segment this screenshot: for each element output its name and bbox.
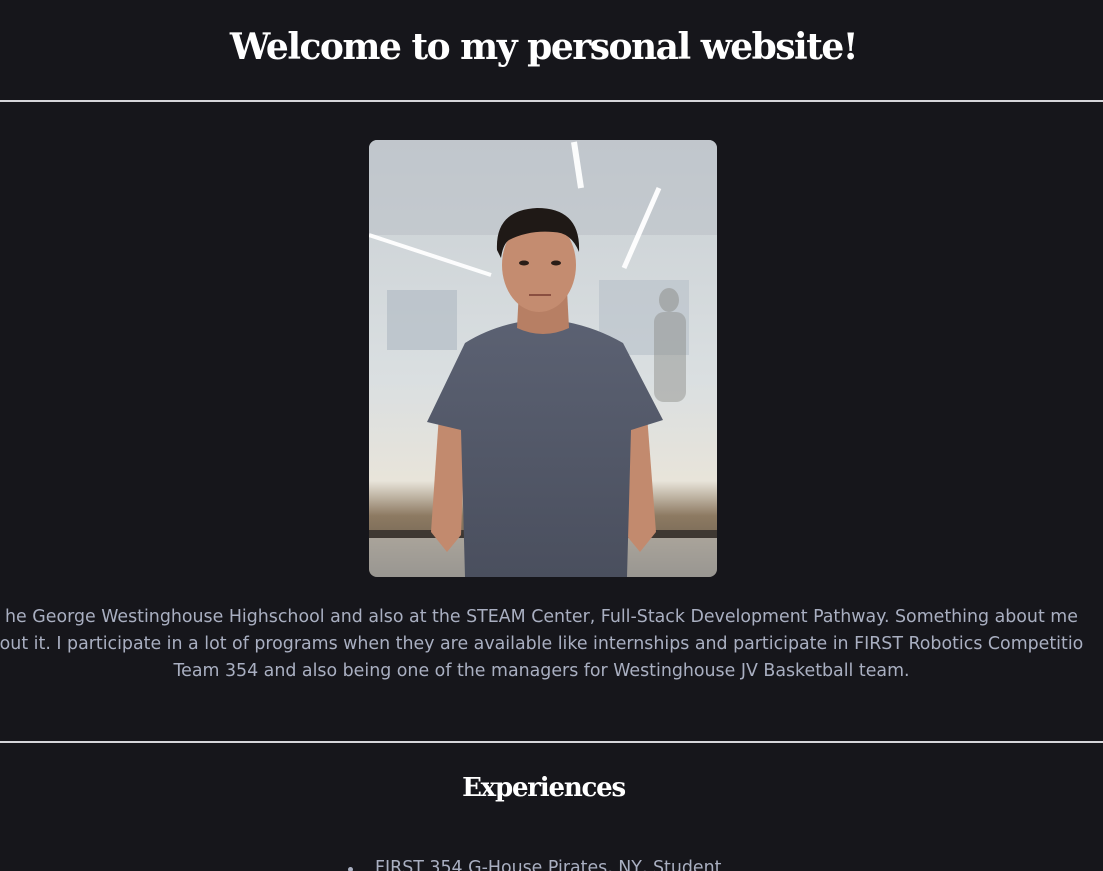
- list-item: FIRST 354 G-House Pirates, NY, Student: [348, 855, 1103, 871]
- experiences-heading: Experiences: [462, 773, 626, 803]
- profile-photo: [369, 140, 717, 577]
- experiences-list: FIRST 354 G-House Pirates, NY, Student: [0, 855, 1103, 871]
- experience-label: FIRST 354 G-House Pirates, NY, Student: [375, 858, 722, 871]
- section-divider: [0, 741, 1103, 743]
- bio-line: he George Westinghouse Highschool and al…: [5, 607, 1078, 627]
- bio-paragraph: he George Westinghouse Highschool and al…: [0, 604, 1103, 685]
- bio-line: Team 354 and also being one of the manag…: [173, 661, 910, 681]
- page-title: Welcome to my personal website!: [229, 26, 859, 68]
- bullet-icon: [348, 867, 353, 871]
- header-divider: [0, 100, 1103, 102]
- bio-line: out it. I participate in a lot of progra…: [0, 634, 1084, 654]
